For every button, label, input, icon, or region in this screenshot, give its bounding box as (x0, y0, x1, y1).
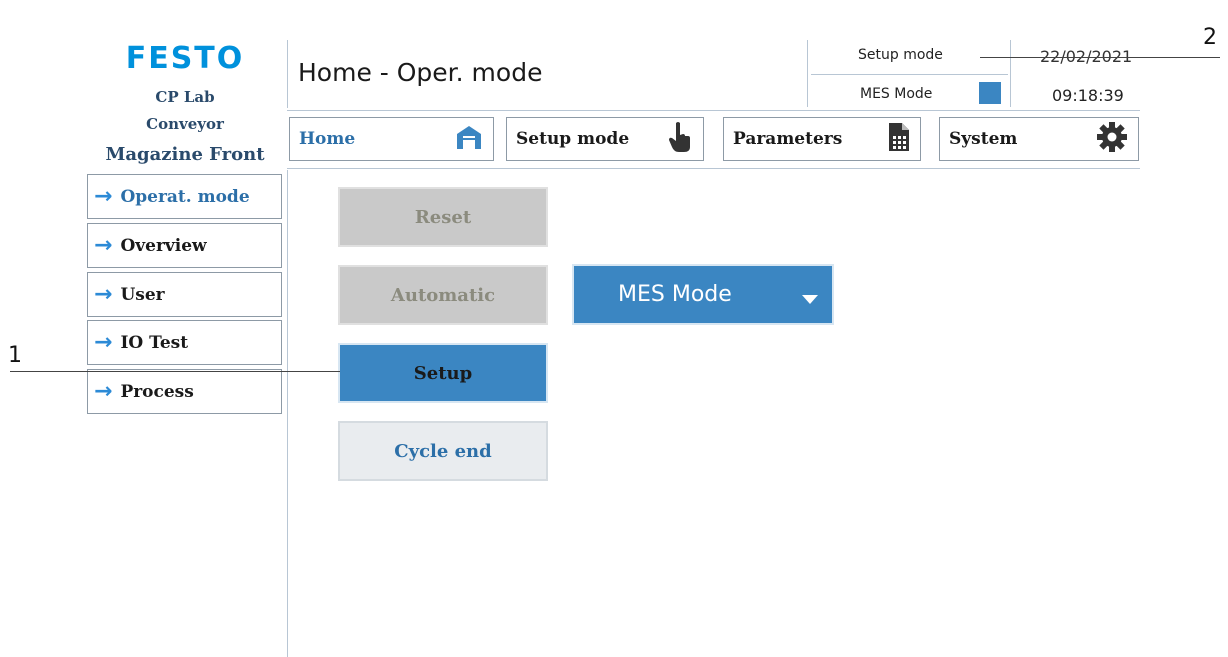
sidebar-item-io-test[interactable]: → IO Test (87, 320, 282, 365)
sidebar-item-label: User (120, 284, 165, 305)
arrow-right-icon: → (94, 281, 113, 307)
callout-number-2: 2 (1203, 25, 1217, 50)
header-divider-datetime (1010, 40, 1011, 107)
factory-icon (455, 124, 483, 155)
cycle-end-button[interactable]: Cycle end (338, 421, 548, 481)
tab-setup-mode[interactable]: Setup mode (506, 117, 704, 161)
status-divider (811, 74, 1008, 75)
chevron-down-icon (802, 286, 818, 311)
tab-setup-mode-label: Setup mode (516, 129, 630, 149)
mode-select-value: MES Mode (618, 282, 732, 307)
automatic-button[interactable]: Automatic (338, 265, 548, 325)
station-line-2: Conveyor (146, 115, 224, 133)
sidebar-item-label: Overview (120, 235, 207, 256)
navbar-underline (287, 168, 1140, 169)
station-line-3: Magazine Front (105, 144, 265, 165)
tab-parameters[interactable]: Parameters (723, 117, 921, 161)
mes-mode-label: MES Mode (860, 86, 933, 102)
sidebar-item-label: Process (120, 381, 194, 402)
tab-home-label: Home (299, 129, 356, 149)
header-divider-status (807, 40, 808, 107)
tab-home[interactable]: Home (289, 117, 494, 161)
tab-system-label: System (949, 129, 1018, 149)
sidebar-divider (287, 170, 288, 657)
mode-select-dropdown[interactable]: MES Mode (572, 264, 834, 325)
arrow-right-icon: → (94, 329, 113, 355)
callout-number-1: 1 (8, 343, 22, 368)
sidebar-item-label: Operat. mode (120, 186, 250, 207)
arrow-right-icon: → (94, 378, 113, 404)
callout-line-2 (980, 57, 1220, 58)
document-icon (888, 122, 910, 157)
arrow-right-icon: → (94, 183, 113, 209)
setup-button[interactable]: Setup (338, 343, 548, 403)
sidebar-item-label: IO Test (120, 332, 189, 353)
tab-system[interactable]: System (939, 117, 1139, 161)
reset-button[interactable]: Reset (338, 187, 548, 247)
header-underline (287, 110, 1140, 111)
mes-mode-indicator (979, 82, 1001, 104)
festo-logo: FESTO (125, 41, 245, 76)
sidebar-item-overview[interactable]: → Overview (87, 223, 282, 268)
gear-icon (1096, 121, 1128, 158)
sidebar-item-process[interactable]: → Process (87, 369, 282, 414)
hand-pointer-icon (667, 121, 693, 158)
tab-parameters-label: Parameters (733, 129, 843, 149)
station-line-1: CP Lab (155, 88, 215, 106)
header-divider (287, 40, 288, 108)
arrow-right-icon: → (94, 232, 113, 258)
mode-label: Setup mode (858, 47, 943, 63)
callout-line-1 (10, 371, 340, 372)
page-title: Home - Oper. mode (298, 58, 543, 87)
sidebar-item-operat-mode[interactable]: → Operat. mode (87, 174, 282, 219)
sidebar-item-user[interactable]: → User (87, 272, 282, 317)
time-display: 09:18:39 (1052, 86, 1124, 105)
